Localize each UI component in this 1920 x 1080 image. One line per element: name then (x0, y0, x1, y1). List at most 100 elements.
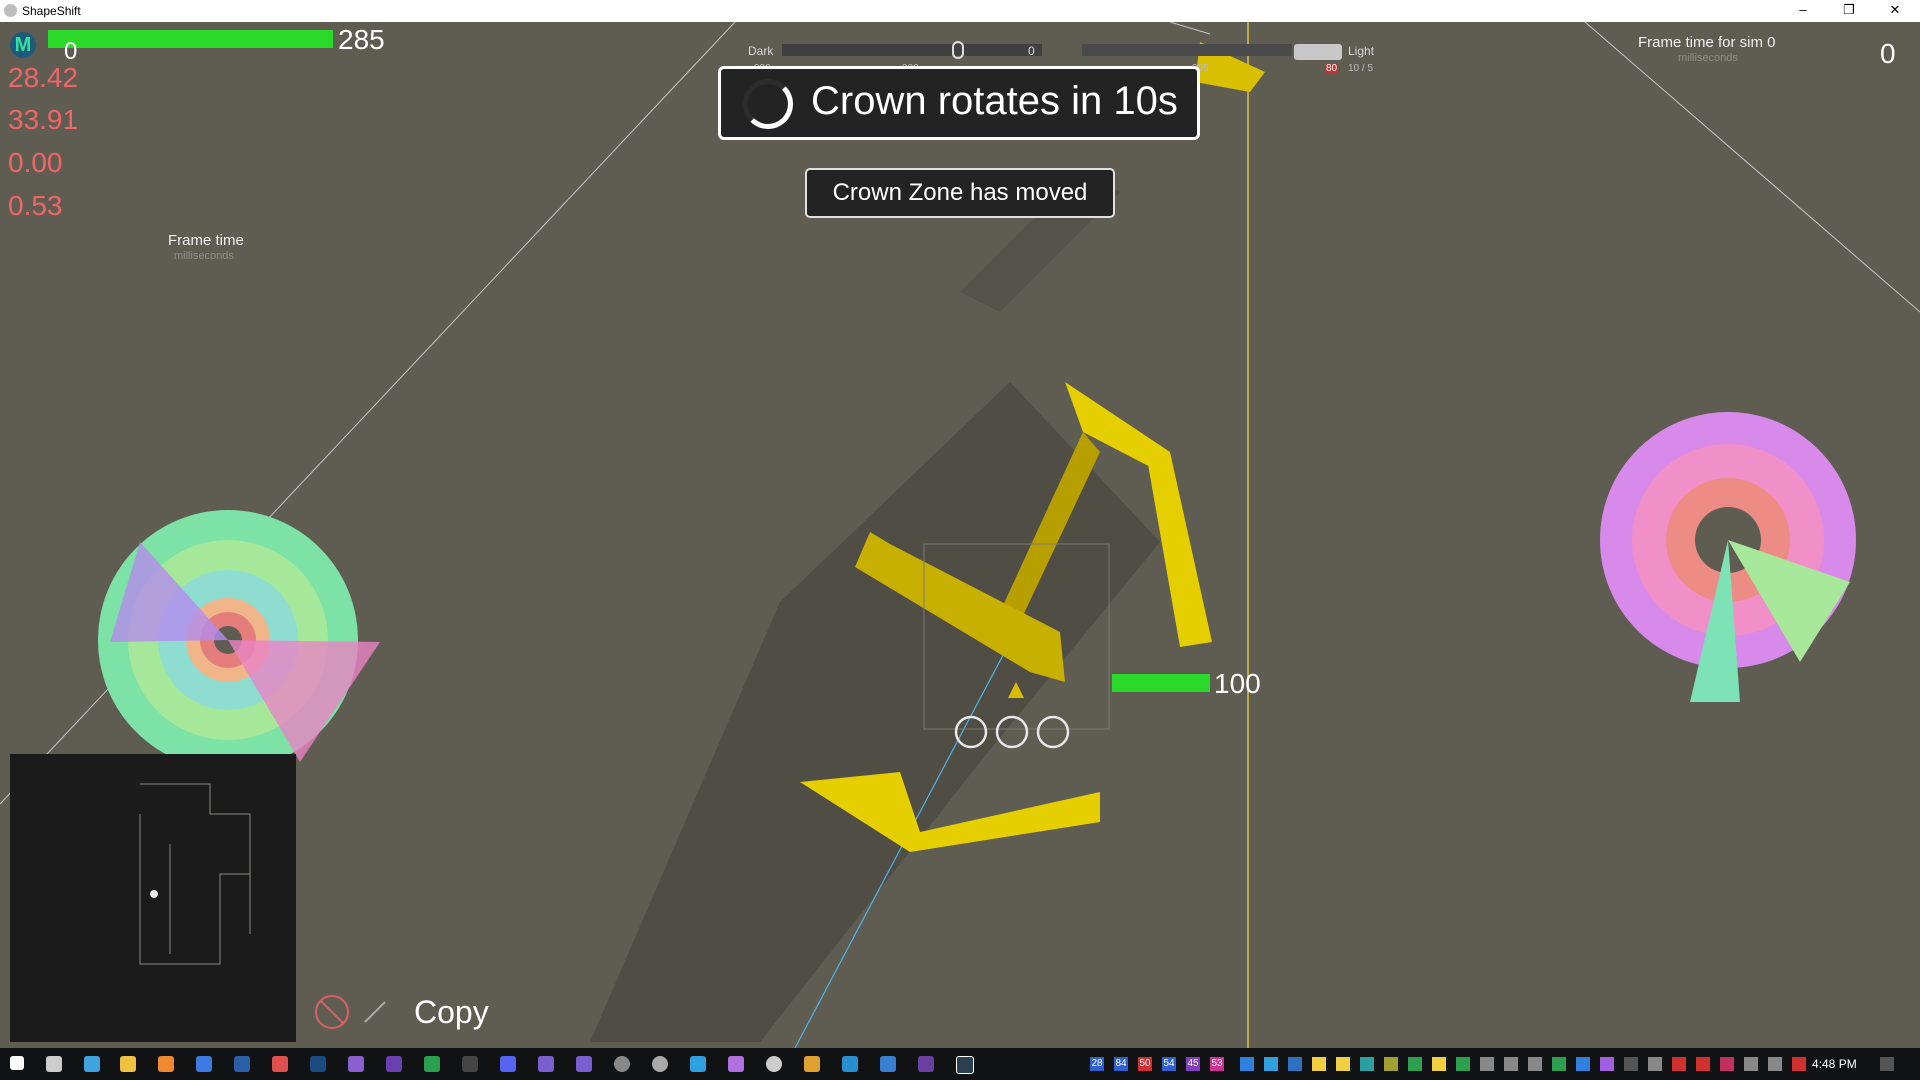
close-button[interactable]: ✕ (1872, 0, 1918, 22)
tray-app-icon[interactable] (1288, 1057, 1302, 1071)
tray-app-icon[interactable] (1360, 1057, 1374, 1071)
taskbar: 28 84 50 54 45 53 4:48 PM (0, 1048, 1920, 1080)
tray-app-icon[interactable] (1336, 1057, 1350, 1071)
minimap-player-dot (150, 890, 158, 898)
app-icon[interactable] (918, 1056, 934, 1072)
terminal-icon[interactable] (462, 1056, 478, 1072)
volume-icon[interactable] (1648, 1057, 1662, 1071)
browser-icon[interactable] (84, 1056, 100, 1072)
slot-ring (1036, 715, 1070, 749)
player-health-bar (48, 30, 333, 48)
boundary-line (1584, 22, 1920, 313)
tray-counter[interactable]: 45 (1186, 1057, 1200, 1071)
tray-counter[interactable]: 84 (1114, 1057, 1128, 1071)
tray-app-icon[interactable] (1504, 1057, 1518, 1071)
light-knob[interactable] (1294, 44, 1342, 60)
stat-value: 33.91 (8, 104, 79, 135)
tray-app-icon[interactable] (1624, 1057, 1638, 1071)
visual-studio-icon[interactable] (348, 1056, 364, 1072)
tray-counter[interactable]: 54 (1162, 1057, 1176, 1071)
balance-knob[interactable] (952, 41, 964, 59)
app-icon[interactable] (766, 1056, 782, 1072)
app-icon[interactable] (690, 1056, 706, 1072)
tray-app-icon[interactable] (1792, 1057, 1806, 1071)
right-counter: 0 (1880, 38, 1896, 69)
tray-counter[interactable]: 50 (1138, 1057, 1152, 1071)
app-icon[interactable] (272, 1056, 288, 1072)
game-viewport[interactable]: M 285 0 28.42 33.91 0.00 0.53 Frame time… (0, 22, 1920, 1048)
dark-label: Dark (748, 44, 774, 58)
dark-track[interactable] (782, 44, 1042, 56)
shapeshift-taskbar-icon[interactable] (956, 1056, 974, 1074)
player-health-value: 285 (338, 24, 385, 55)
tray-app-icon[interactable] (1696, 1057, 1710, 1071)
clock[interactable]: 4:48 PM (1812, 1057, 1857, 1071)
ally-health-value: 100 (1214, 668, 1261, 699)
tray-app-icon[interactable] (1720, 1057, 1734, 1071)
crown-rotate-banner: Crown rotates in 10s (718, 66, 1200, 140)
tray-counter[interactable]: 28 (1090, 1057, 1104, 1071)
light-label: Light (1348, 44, 1375, 58)
steam-icon[interactable] (310, 1056, 326, 1072)
left-profiler-sunburst (98, 510, 380, 770)
frame-time-label: Frame time (168, 232, 244, 249)
tray-app-icon[interactable] (1576, 1057, 1590, 1071)
frame-time-sub: milliseconds (174, 250, 234, 262)
tray-app-icon[interactable] (1672, 1057, 1686, 1071)
app-icon[interactable] (538, 1056, 554, 1072)
notifications-icon[interactable] (1880, 1057, 1894, 1071)
restore-button[interactable]: ❐ (1826, 0, 1872, 22)
right-profiler-sunburst (1600, 412, 1856, 702)
app-icon[interactable] (386, 1056, 402, 1072)
app-icon (4, 4, 17, 17)
tray-app-icon[interactable] (1312, 1057, 1326, 1071)
app-icon[interactable] (576, 1056, 592, 1072)
tray-app-icon[interactable] (1600, 1057, 1614, 1071)
light-sub-value: 10 / 5 (1348, 63, 1374, 74)
copy-icon (315, 995, 386, 1029)
tray-app-icon[interactable] (1240, 1057, 1254, 1071)
tray-app-icon[interactable] (1480, 1057, 1494, 1071)
countdown-spinner-icon (743, 79, 793, 129)
app-icon[interactable] (804, 1056, 820, 1072)
tray-app-icon[interactable] (1528, 1057, 1542, 1071)
dark-value: 0 (1028, 44, 1035, 58)
light-sub-value: 80 (1326, 63, 1338, 74)
windows-start-icon[interactable] (10, 1056, 24, 1070)
discord-icon[interactable] (500, 1056, 516, 1072)
minimize-button[interactable]: – (1780, 0, 1826, 22)
app-icon[interactable] (880, 1056, 896, 1072)
vscode-icon[interactable] (842, 1056, 858, 1072)
stat-value: 0.00 (8, 147, 63, 178)
crown-rotate-text: Crown rotates in 10s (811, 79, 1178, 123)
app-icon[interactable] (728, 1056, 744, 1072)
app-icon[interactable] (652, 1056, 668, 1072)
player-logo-icon: M (10, 32, 36, 58)
stat-value: 0.53 (8, 190, 63, 221)
tray-counter[interactable]: 53 (1210, 1057, 1224, 1071)
app-icon[interactable] (424, 1056, 440, 1072)
wifi-icon[interactable] (1768, 1057, 1782, 1071)
boundary-line (1169, 22, 1211, 35)
file-explorer-icon[interactable] (120, 1056, 136, 1072)
ally-health-bar (1112, 674, 1210, 692)
tray-app-icon[interactable] (1384, 1057, 1398, 1071)
minimap[interactable] (10, 754, 296, 1042)
tray-app-icon[interactable] (1264, 1057, 1278, 1071)
app-icon[interactable] (196, 1056, 212, 1072)
tray-app-icon[interactable] (1408, 1057, 1422, 1071)
zone-moved-banner: Crown Zone has moved (805, 168, 1115, 218)
right-frame-time-sub: milliseconds (1678, 52, 1738, 64)
stat-value: 28.42 (8, 62, 79, 93)
media-icon[interactable] (158, 1056, 174, 1072)
right-frame-time-label: Frame time for sim 0 (1638, 34, 1776, 51)
network-icon[interactable] (1744, 1057, 1758, 1071)
tray-app-icon[interactable] (1456, 1057, 1470, 1071)
tray-app-icon[interactable] (1432, 1057, 1446, 1071)
app-icon[interactable] (614, 1056, 630, 1072)
app-icon[interactable] (234, 1056, 250, 1072)
tray-app-icon[interactable] (1552, 1057, 1566, 1071)
light-track[interactable] (1082, 44, 1292, 56)
copy-action[interactable]: Copy (310, 992, 489, 1037)
task-view-icon[interactable] (46, 1056, 62, 1072)
